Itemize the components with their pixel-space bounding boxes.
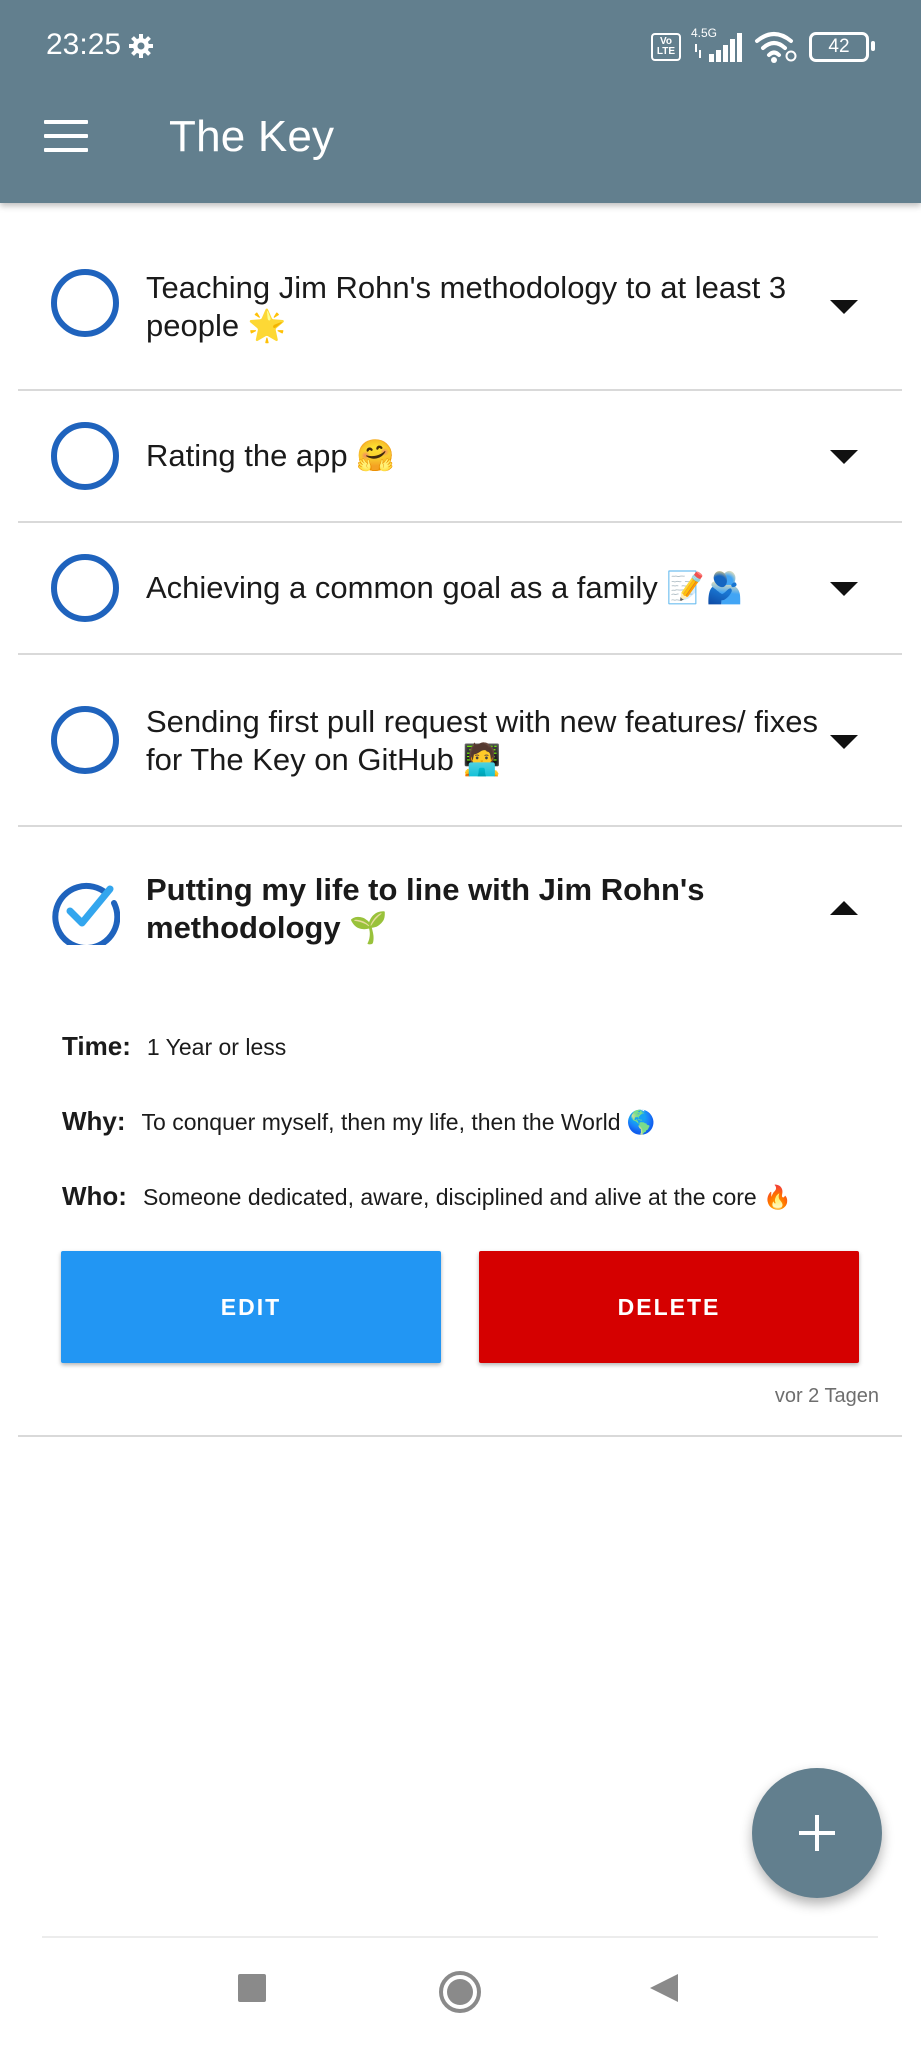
gear-icon (129, 34, 153, 58)
goal-header[interactable]: Putting my life to line with Jim Rohn's … (18, 827, 902, 967)
edit-button[interactable]: EDIT (61, 1251, 441, 1363)
detail-who: Who: Someone dedicated, aware, disciplin… (62, 1181, 792, 1212)
unchecked-circle-icon[interactable] (50, 705, 120, 775)
goal-title: Putting my life to line with Jim Rohn's … (146, 872, 705, 945)
nav-divider (42, 1936, 878, 1938)
caret-down-icon[interactable] (828, 448, 860, 466)
who-label: Who: (62, 1181, 127, 1211)
unchecked-circle-icon[interactable] (50, 268, 120, 338)
battery-icon: 42 (809, 32, 875, 62)
goal-item[interactable]: Sending first pull request with new feat… (18, 655, 902, 827)
goal-title: Rating the app 🤗 (146, 438, 395, 473)
recents-icon[interactable] (236, 1972, 268, 2004)
add-goal-button[interactable] (752, 1768, 882, 1898)
caret-down-icon[interactable] (828, 298, 860, 316)
caret-up-icon[interactable] (828, 899, 860, 917)
caret-down-icon[interactable] (828, 580, 860, 598)
detail-why: Why: To conquer myself, then my life, th… (62, 1106, 656, 1137)
goal-title: Achieving a common goal as a family 📝🫂 (146, 570, 744, 605)
battery-level: 42 (828, 36, 850, 57)
time-label: Time: (62, 1031, 131, 1061)
why-value: To conquer myself, then my life, then th… (141, 1109, 656, 1135)
why-label: Why: (62, 1106, 126, 1136)
who-value: Someone dedicated, aware, disciplined an… (142, 1184, 792, 1210)
detail-time: Time: 1 Year or less (62, 1031, 286, 1062)
back-icon[interactable] (648, 1972, 680, 2004)
caret-down-icon[interactable] (828, 733, 860, 751)
volte-icon: Vo LTE (651, 33, 681, 61)
signal-icon: 4.5G (691, 26, 743, 64)
goal-title: Teaching Jim Rohn's methodology to at le… (146, 270, 787, 343)
status-icons: Vo LTE 4.5G 42 (651, 26, 875, 68)
goal-title: Sending first pull request with new feat… (146, 704, 819, 777)
checked-circle-icon[interactable] (50, 875, 120, 945)
status-time: 23:25 (46, 28, 122, 61)
hamburger-icon[interactable] (44, 120, 88, 152)
unchecked-circle-icon[interactable] (50, 553, 120, 623)
app-title: The Key (169, 112, 335, 161)
time-value: 1 Year or less (146, 1034, 287, 1060)
goal-item[interactable]: Rating the app 🤗 (18, 391, 902, 523)
goal-item[interactable]: Achieving a common goal as a family 📝🫂 (18, 523, 902, 655)
delete-button[interactable]: DELETE (479, 1251, 859, 1363)
wifi-icon (755, 32, 797, 63)
unchecked-circle-icon[interactable] (50, 421, 120, 491)
app-bar: 23:25 Vo LTE 4.5G 42 The Key (0, 0, 921, 203)
home-icon[interactable] (438, 1970, 482, 2014)
plus-icon (799, 1815, 835, 1851)
timestamp: vor 2 Tagen (774, 1385, 879, 1407)
goal-item[interactable]: Teaching Jim Rohn's methodology to at le… (18, 203, 902, 391)
